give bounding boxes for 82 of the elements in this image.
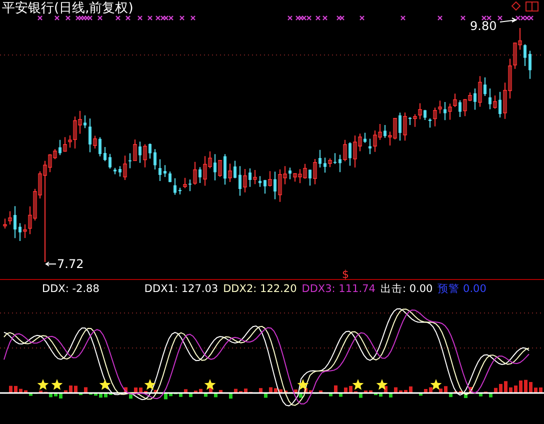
candlestick: [188, 179, 192, 192]
indicator-readout: DDX: -2.88: [42, 282, 100, 297]
candlestick: [108, 153, 112, 170]
candlestick: [133, 139, 137, 162]
indicator-readout: DDX3: 111.74: [302, 282, 376, 297]
candlestick: [324, 157, 326, 174]
candlestick: [193, 161, 197, 186]
candlestick: [154, 148, 156, 170]
candlestick: [174, 178, 176, 196]
diamond-icon[interactable]: [511, 1, 521, 11]
candlestick: [338, 154, 342, 173]
candlestick: [143, 144, 147, 168]
indicator-readout: 预警 0.00: [438, 282, 486, 297]
candlestick: [14, 206, 16, 239]
candlestick: [343, 139, 347, 162]
candlestick: [424, 109, 426, 121]
candlestick: [58, 139, 62, 156]
candlestick: [234, 160, 236, 179]
candlestick: [114, 167, 116, 175]
candlestick: [198, 166, 202, 184]
chart-title: 平安银行(日线,前复权): [2, 1, 134, 16]
signal-mark: $: [342, 268, 349, 280]
leader-line: [45, 262, 56, 266]
candlestick: [308, 169, 312, 186]
candlestick: [364, 132, 366, 144]
candlestick: [313, 158, 317, 185]
candlestick: [328, 158, 332, 168]
candlestick: [264, 179, 266, 194]
low-price-label: 7.72: [57, 257, 84, 271]
candlestick: [128, 152, 132, 169]
candlestick: [118, 166, 122, 178]
candlestick: [348, 142, 352, 166]
high-price-label: 9.80: [470, 19, 497, 33]
indicator-readout: 出击: 0.00: [380, 282, 433, 297]
candlestick: [104, 146, 106, 162]
candlestick: [138, 141, 142, 164]
candlestick: [403, 112, 407, 142]
candlestick: [488, 88, 492, 110]
indicator-readout: DDX1: 127.03: [144, 282, 218, 297]
candlestick: [84, 114, 86, 129]
candlestick: [258, 176, 262, 188]
candlestick: [474, 88, 476, 110]
candlestick: [168, 170, 172, 183]
candlestick: [268, 170, 272, 187]
candlestick: [368, 138, 372, 155]
indicator-readout: DDX2: 122.20: [223, 282, 297, 297]
candlestick: [183, 177, 187, 189]
candlestick: [238, 166, 242, 196]
candlestick: [274, 171, 276, 200]
candlestick: [528, 50, 532, 80]
candlestick: [248, 168, 252, 188]
candlestick: [408, 116, 412, 126]
candlestick: [458, 100, 462, 118]
candlestick: [398, 112, 402, 142]
candlestick: [98, 136, 102, 157]
candlestick: [428, 118, 432, 128]
candlestick: [18, 222, 22, 242]
candlestick: [93, 135, 97, 149]
candlestick: [158, 158, 162, 182]
candlestick: [218, 160, 222, 178]
candlestick: [524, 44, 526, 67]
candlestick: [123, 155, 127, 181]
candlestick: [88, 118, 92, 153]
candlestick: [484, 76, 486, 96]
candlestick: [493, 95, 497, 110]
candlestick: [253, 170, 257, 185]
candlestick: [288, 167, 292, 180]
leader-line: [500, 18, 518, 22]
candlestick: [178, 187, 182, 195]
candlestick: [214, 154, 216, 181]
candlestick: [478, 76, 482, 108]
candlestick: [224, 154, 226, 186]
candlestick: [444, 102, 446, 121]
window-icon[interactable]: [526, 2, 538, 12]
candlestick: [148, 142, 152, 160]
candlestick: [498, 91, 502, 118]
candlestick: [164, 164, 166, 178]
candlestick: [228, 163, 232, 183]
candlestick: [243, 168, 247, 193]
candlestick: [334, 152, 336, 165]
candlestick: [318, 149, 322, 168]
candlestick: [384, 124, 386, 138]
